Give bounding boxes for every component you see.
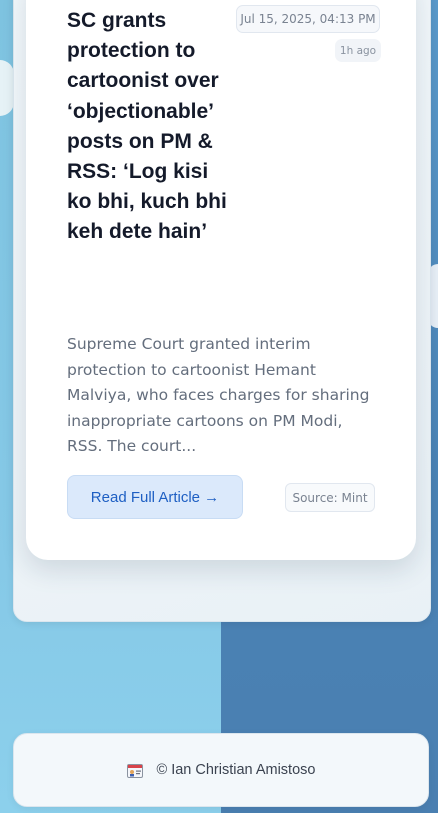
background-blob-left bbox=[0, 60, 14, 116]
article-summary: Supreme Court granted interim protection… bbox=[67, 335, 370, 455]
article-relative-time-badge: 1h ago bbox=[335, 39, 381, 62]
footer-copyright: © Ian Christian Amistoso bbox=[156, 762, 316, 778]
article-date-badge: Jul 15, 2025, 04:13 PM bbox=[236, 5, 380, 33]
id-card-icon bbox=[126, 763, 143, 778]
article-title: SC grants protection to cartoonist over … bbox=[67, 9, 227, 244]
footer: © Ian Christian Amistoso bbox=[13, 733, 429, 807]
read-full-article-button[interactable]: Read Full Article → bbox=[67, 475, 243, 519]
article-source-badge: Source: Mint bbox=[285, 483, 375, 512]
